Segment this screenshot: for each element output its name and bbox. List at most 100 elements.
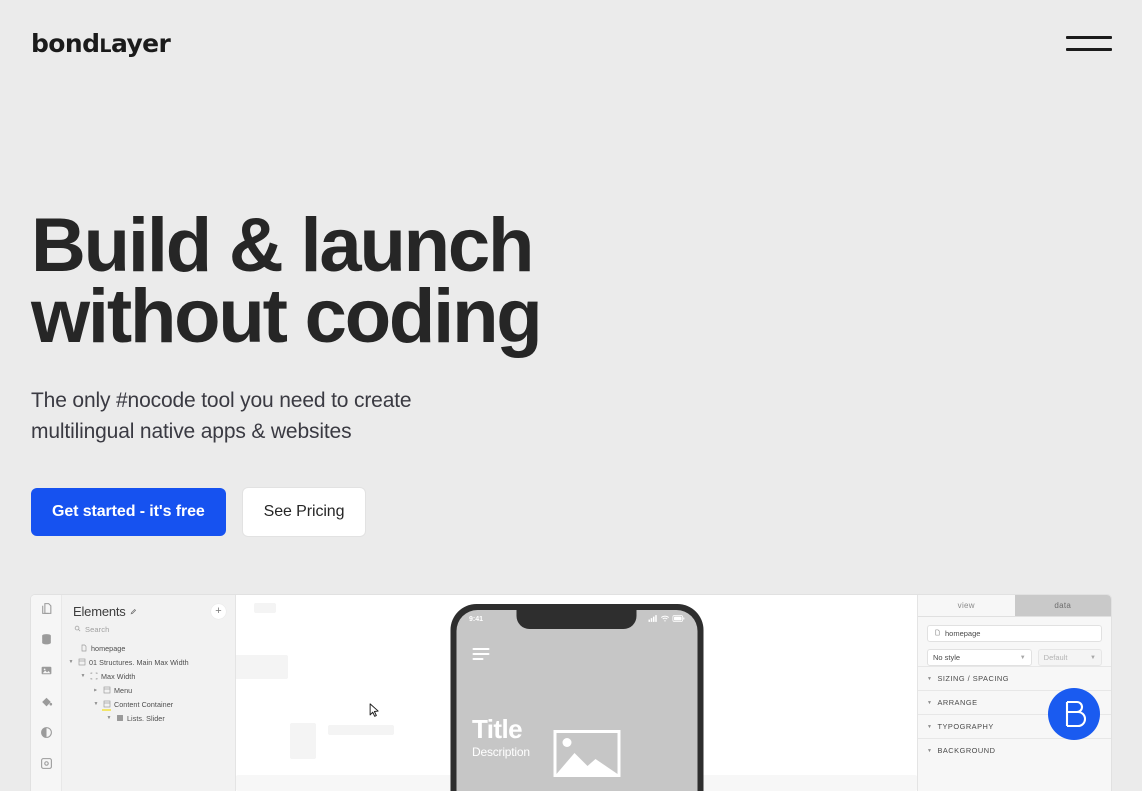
style-select-value: No style: [933, 653, 961, 662]
brand-logo-tail: ayer: [110, 28, 171, 58]
bondlayer-badge-icon[interactable]: [1048, 688, 1100, 740]
media-icon[interactable]: [39, 663, 54, 678]
hero-title-line-1: Build & launch: [31, 203, 534, 288]
canvas-ghost-block: [328, 725, 394, 735]
properties-panel: view data homepage No style ▼ Default ▼: [917, 595, 1111, 791]
tree-item-max-width[interactable]: ▼ Max Width: [62, 669, 235, 683]
chevron-down-icon: ▼: [1090, 654, 1096, 661]
hero-title-line-2: without coding: [31, 274, 543, 360]
chevron-down-icon: ▼: [927, 747, 933, 754]
editor-canvas[interactable]: 9:41 Title Description: [236, 595, 917, 791]
hero-subtitle-line-1: The only #nocode tool you need to create: [31, 388, 412, 412]
chevron-down-icon: ▼: [927, 723, 933, 730]
section-label: BACKGROUND: [937, 746, 996, 755]
canvas-ghost-block: [236, 655, 288, 679]
menu-bar-top: [1066, 35, 1112, 39]
container-icon: [77, 658, 86, 667]
placeholder-mountains: [556, 753, 617, 774]
phone-mockup: 9:41 Title Description: [450, 604, 703, 791]
hero-section: Build & launch without coding The only #…: [31, 203, 731, 538]
phone-title-text: Title: [472, 714, 523, 744]
style-select[interactable]: No style ▼: [927, 649, 1032, 666]
site-header: bondLayer: [0, 0, 1142, 86]
state-select-value: Default: [1043, 653, 1068, 662]
image-placeholder-icon: [553, 730, 620, 777]
chevron-down-icon[interactable]: ▼: [93, 701, 99, 707]
elements-panel-header: Elements +: [62, 602, 235, 620]
tree-item-label: 01 Structures. Main Max Width: [89, 657, 189, 667]
chevron-down-icon[interactable]: ▼: [80, 673, 86, 679]
hamburger-menu-icon[interactable]: [1066, 26, 1112, 60]
brand-logo[interactable]: bondLayer: [31, 28, 171, 58]
selected-page-field[interactable]: homepage: [927, 625, 1102, 642]
elements-title-group: Elements: [73, 604, 137, 619]
landing-page: bondLayer Build & launch without coding …: [0, 0, 1142, 791]
menu-bar-bottom: [1066, 47, 1112, 51]
tree-item-label: Max Width: [101, 671, 136, 681]
pages-icon[interactable]: [39, 601, 54, 616]
search-input[interactable]: Search: [62, 620, 235, 638]
chevron-down-icon: ▼: [927, 699, 933, 706]
container-icon: [102, 700, 111, 709]
tree-item-homepage[interactable]: homepage: [62, 641, 235, 655]
status-icon-group: [648, 615, 684, 624]
menu-bar: [472, 648, 489, 650]
tree-item-structures[interactable]: ▼ 01 Structures. Main Max Width: [62, 655, 235, 669]
tree-item-menu[interactable]: ▼ Menu: [62, 683, 235, 697]
brand-logo-main: bond: [31, 28, 100, 58]
page-icon: [79, 644, 88, 653]
get-started-button[interactable]: Get started - it's free: [31, 488, 226, 537]
chevron-right-icon[interactable]: ▼: [93, 687, 99, 693]
selected-page-label: homepage: [945, 629, 981, 638]
editor-icon-rail: [31, 595, 62, 791]
mouse-cursor-icon: [369, 703, 380, 717]
page-icon: [934, 629, 941, 638]
tree-item-label: homepage: [91, 643, 126, 653]
pencil-icon[interactable]: [130, 608, 137, 615]
section-label: SIZING / SPACING: [937, 674, 1009, 683]
state-select[interactable]: Default ▼: [1037, 649, 1102, 666]
chevron-down-icon[interactable]: ▼: [68, 659, 74, 665]
section-label: ARRANGE: [937, 698, 978, 707]
phone-status-bar: 9:41: [456, 613, 697, 626]
canvas-ghost-block: [254, 603, 276, 613]
style-state-row: No style ▼ Default ▼: [927, 649, 1102, 666]
chevron-down-icon[interactable]: ▼: [106, 715, 112, 721]
database-icon[interactable]: [39, 632, 54, 647]
page-title: Build & launch without coding: [31, 203, 731, 360]
wifi-icon: [660, 615, 669, 624]
phone-hamburger-menu-icon[interactable]: [472, 648, 489, 660]
canvas-ghost-block: [290, 723, 316, 759]
search-icon: [74, 625, 81, 634]
product-screenshot: Elements + Search homepage ▼ 01 Structur…: [31, 595, 1111, 791]
search-placeholder: Search: [85, 625, 110, 634]
contrast-icon[interactable]: [39, 725, 54, 740]
hero-subtitle: The only #nocode tool you need to create…: [31, 385, 501, 447]
container-icon: [102, 686, 111, 695]
chevron-down-icon: ▼: [1019, 654, 1026, 661]
signal-bars-icon: [648, 615, 657, 624]
tree-item-content-container[interactable]: ▼ Content Container: [62, 697, 235, 711]
phone-description-text: Description: [472, 745, 530, 759]
properties-tabs: view data: [918, 595, 1111, 617]
tree-item-lists-slider[interactable]: ▼ Lists. Slider: [62, 711, 235, 725]
tree-item-label: Menu: [114, 685, 133, 695]
tab-data[interactable]: data: [1014, 595, 1111, 616]
add-element-button[interactable]: +: [211, 603, 226, 619]
frame-icon: [89, 672, 98, 681]
section-sizing-spacing[interactable]: ▼ SIZING / SPACING: [918, 666, 1111, 690]
tab-view[interactable]: view: [918, 595, 1015, 616]
section-background[interactable]: ▼ BACKGROUND: [918, 738, 1111, 762]
tree-item-label: Content Container: [114, 699, 174, 709]
chevron-down-icon: ▼: [927, 675, 933, 682]
tree-item-label: Lists. Slider: [127, 713, 165, 723]
see-pricing-button[interactable]: See Pricing: [241, 487, 367, 538]
brand-logo-accent: L: [99, 34, 111, 57]
section-label: TYPOGRAPHY: [937, 722, 994, 731]
settings-icon[interactable]: [39, 756, 54, 771]
elements-panel-title: Elements: [73, 603, 126, 619]
battery-icon: [672, 615, 684, 624]
elements-panel: Elements + Search homepage ▼ 01 Structur…: [62, 595, 236, 791]
list-icon: [115, 714, 124, 723]
paint-bucket-icon[interactable]: [39, 694, 54, 709]
